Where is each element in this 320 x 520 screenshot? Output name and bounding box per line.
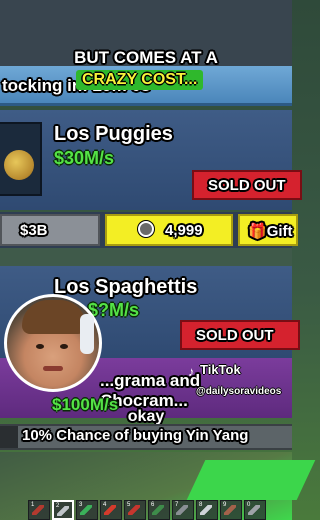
hotbar-slot[interactable]: 1 (28, 500, 50, 520)
streamer-hair (22, 300, 86, 334)
gift-label: Gift (266, 223, 293, 240)
item-name: Los Puggies (54, 123, 173, 145)
hotbar-slot[interactable]: 2 (52, 500, 74, 520)
streamer-eye (60, 344, 68, 349)
hotbar-slot[interactable]: 8 (196, 500, 218, 520)
video-caption-top: BUT COMES AT A (74, 48, 218, 67)
hotbar-slot[interactable]: 7 (172, 500, 194, 520)
buy-with-robux-button[interactable]: 4,999 (105, 214, 233, 246)
pickaxe-icon (200, 505, 212, 515)
tiktok-brand: TikTok (200, 362, 241, 377)
sword-icon (80, 505, 92, 515)
hotbar-slot[interactable]: 0 (244, 500, 266, 520)
bow-icon (224, 505, 236, 515)
gift-button[interactable]: 🎁Gift (238, 214, 298, 246)
item-price: $?M/s (88, 300, 140, 320)
tool-icon (248, 505, 260, 515)
hotbar-slot[interactable]: 6 (148, 500, 170, 520)
hotbar-slot[interactable]: 4 (100, 500, 122, 520)
video-caption-highlight: CRAZY COST... (76, 70, 204, 90)
gun-icon (128, 505, 140, 515)
sword-icon (104, 505, 116, 515)
streamer-mouth (43, 366, 63, 371)
puggy-character-icon (4, 150, 34, 180)
gift-icon: 🎁 (248, 223, 267, 240)
hammer-icon (152, 505, 164, 515)
chance-text: 10% Chance of buying Yin Yang (22, 427, 249, 444)
green-platform (186, 460, 316, 500)
list-gap (0, 248, 292, 266)
block-icon (176, 505, 188, 515)
tiktok-username: @dailysoravideos (196, 386, 282, 397)
sold-out-badge: SOLD OUT (192, 170, 302, 200)
tiktok-icon: ♪ (188, 364, 195, 379)
robux-icon (138, 221, 154, 237)
sword-icon (32, 505, 44, 515)
buy-with-cash-button[interactable]: $3B (0, 214, 100, 246)
bat-icon (57, 506, 69, 516)
item-name: Los Spaghettis (54, 276, 198, 298)
robux-price: 4,999 (165, 222, 203, 239)
sold-out-badge: SOLD OUT (180, 320, 300, 350)
item-price: $30M/s (54, 148, 115, 168)
chance-icon (0, 426, 18, 448)
streamer-eye (36, 344, 44, 349)
hotbar-slot[interactable]: 9 (220, 500, 242, 520)
hotbar-slot[interactable]: 3 (76, 500, 98, 520)
headset-icon (80, 314, 94, 354)
hotbar-slot[interactable]: 5 (124, 500, 146, 520)
